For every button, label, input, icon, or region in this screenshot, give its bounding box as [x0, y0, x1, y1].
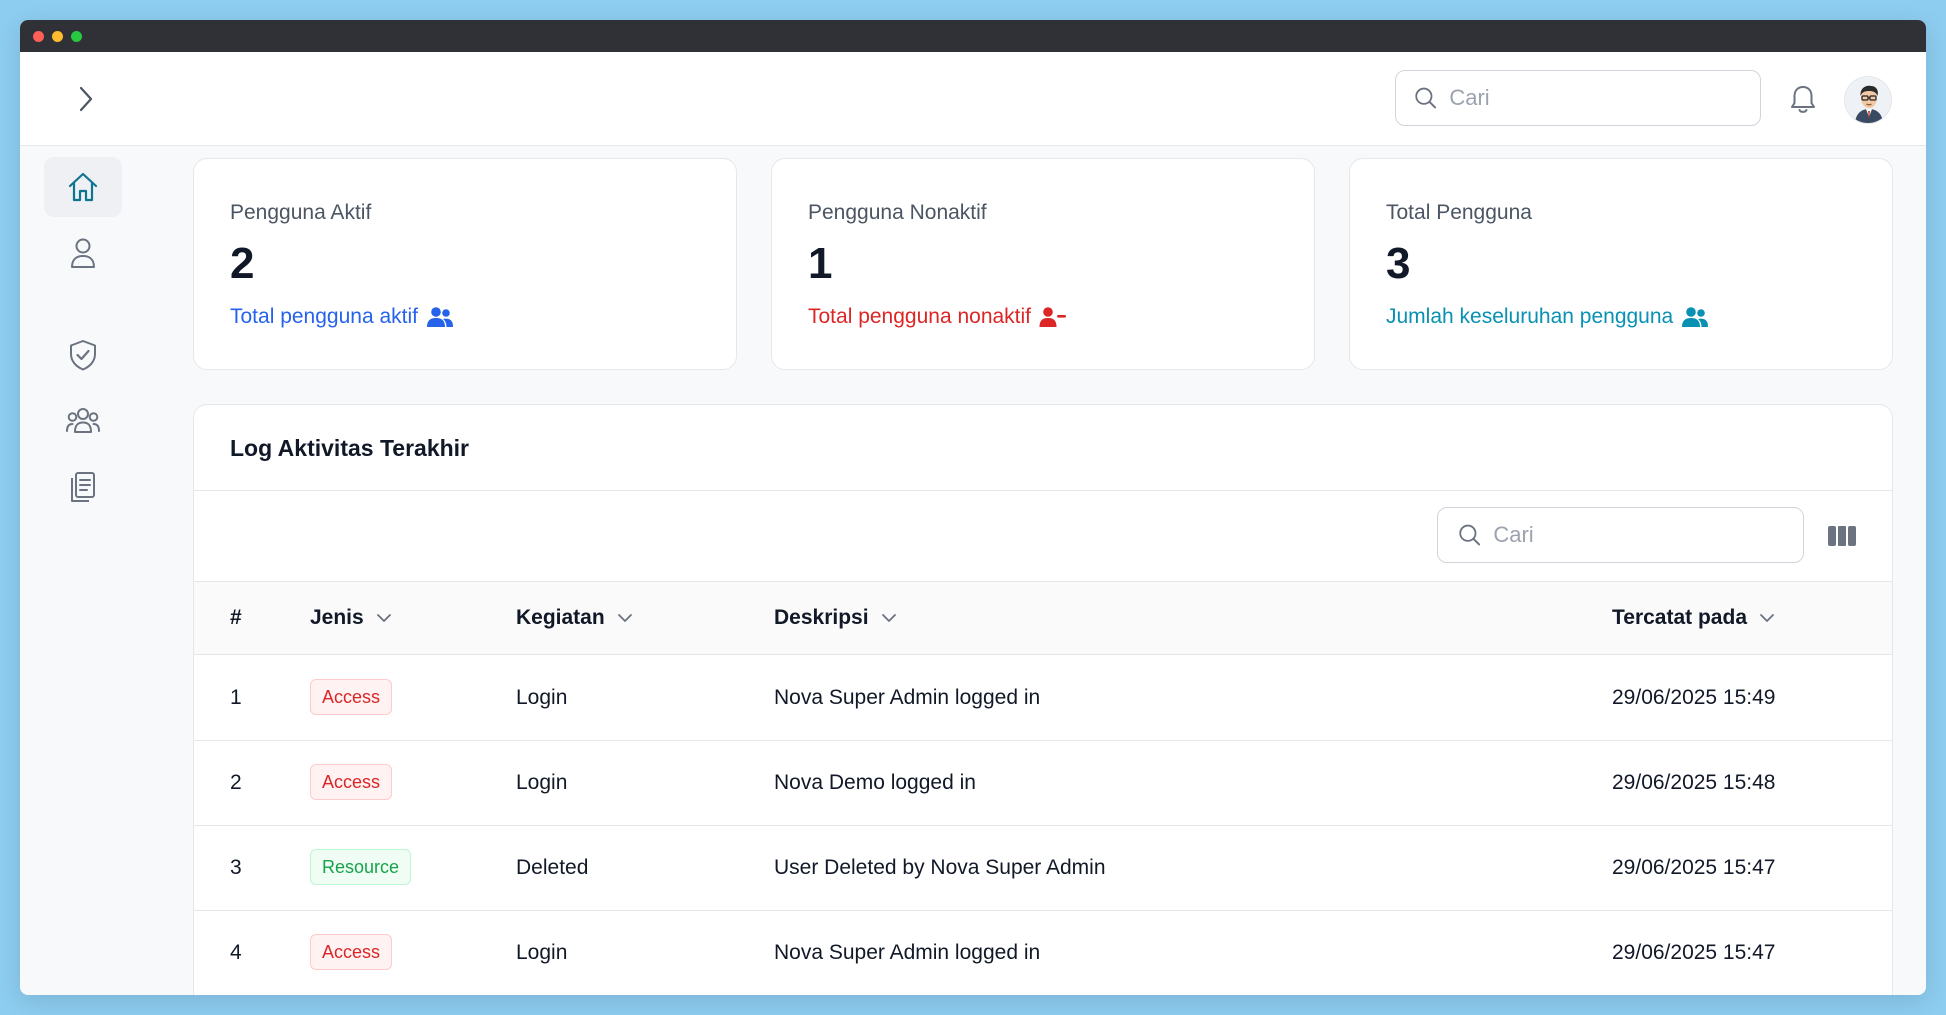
cell-deskripsi: User Deleted by Nova Super Admin: [774, 856, 1106, 879]
stat-card-subtitle-text: Jumlah keseluruhan pengguna: [1386, 305, 1674, 328]
global-search[interactable]: [1395, 70, 1761, 126]
bell-icon: [1791, 86, 1815, 113]
users-icon: [426, 307, 453, 327]
type-badge: Access: [310, 679, 393, 715]
sidebar-expand-button[interactable]: [68, 80, 104, 118]
cell-tercatat: 29/06/2025 15:48: [1612, 771, 1776, 794]
stat-card-subtitle: Total pengguna aktif: [230, 305, 454, 329]
app-window: Pengguna Aktif 2 Total pengguna aktif Pe…: [20, 20, 1926, 995]
type-badge: Access: [310, 764, 393, 800]
maximize-window-button[interactable]: [71, 31, 82, 42]
toggle-columns-button[interactable]: [1826, 521, 1858, 551]
stat-card-subtitle-text: Total pengguna aktif: [230, 305, 418, 328]
activity-log-panel: Log Aktivitas Terakhir # Jenis Kegiatan …: [193, 404, 1893, 995]
sidebar: [20, 147, 160, 995]
cell-tercatat: 29/06/2025 15:49: [1612, 686, 1776, 709]
type-badge: Access: [310, 934, 393, 970]
global-search-input[interactable]: [1449, 85, 1760, 111]
cell-deskripsi: Nova Super Admin logged in: [774, 686, 1041, 709]
sidebar-item-security[interactable]: [44, 325, 122, 385]
column-header-tercatat[interactable]: Tercatat pada: [1612, 606, 1775, 630]
chevron-down-icon: [376, 614, 391, 622]
stat-card-title: Pengguna Nonaktif: [808, 201, 987, 224]
chevron-down-icon: [1760, 614, 1774, 622]
type-badge: Resource: [310, 849, 412, 885]
cell-kegiatan: Deleted: [516, 856, 589, 879]
users-group-icon: [66, 408, 100, 433]
cell-number: 3: [230, 856, 242, 879]
columns-icon: [1828, 526, 1856, 546]
close-window-button[interactable]: [33, 31, 44, 42]
stat-card-title: Pengguna Aktif: [230, 201, 372, 224]
cell-number: 1: [230, 686, 242, 709]
cell-kegiatan: Login: [516, 941, 568, 964]
column-header-label: #: [230, 606, 242, 629]
table-row[interactable]: 3 Resource Deleted User Deleted by Nova …: [194, 826, 1892, 911]
cell-kegiatan: Login: [516, 686, 568, 709]
notifications-button[interactable]: [1785, 80, 1821, 118]
table-search-input[interactable]: [1493, 522, 1803, 548]
column-header-number: #: [230, 606, 242, 630]
cell-deskripsi: Nova Demo logged in: [774, 771, 976, 794]
stat-card-value: 3: [1386, 239, 1411, 288]
cell-number: 4: [230, 941, 242, 964]
table-row[interactable]: 4 Access Login Nova Super Admin logged i…: [194, 911, 1892, 995]
column-header-deskripsi[interactable]: Deskripsi: [774, 606, 897, 630]
shield-check-icon: [70, 340, 96, 371]
window-titlebar: [20, 20, 1926, 52]
search-icon: [1415, 87, 1437, 109]
stat-card-inactive-users: Pengguna Nonaktif 1 Total pengguna nonak…: [771, 158, 1315, 370]
top-bar: [20, 52, 1926, 146]
sidebar-item-home[interactable]: [44, 157, 122, 217]
column-header-label: Tercatat pada: [1612, 606, 1747, 629]
sidebar-item-profile[interactable]: [44, 223, 122, 283]
chevron-down-icon: [881, 614, 896, 622]
stat-card-subtitle-text: Total pengguna nonaktif: [808, 305, 1032, 328]
user-avatar[interactable]: [1844, 76, 1892, 124]
stat-card-active-users: Pengguna Aktif 2 Total pengguna aktif: [193, 158, 737, 370]
cell-kegiatan: Login: [516, 771, 568, 794]
chevron-down-icon: [617, 614, 632, 622]
table-row[interactable]: 2 Access Login Nova Demo logged in 29/06…: [194, 741, 1892, 826]
stat-card-subtitle: Total pengguna nonaktif: [808, 305, 1067, 329]
user-minus-icon: [1039, 307, 1067, 327]
cell-number: 2: [230, 771, 242, 794]
column-header-label: Kegiatan: [516, 606, 605, 629]
divider: [194, 490, 1892, 491]
column-header-label: Deskripsi: [774, 606, 869, 629]
stat-card-value: 2: [230, 239, 255, 288]
sidebar-item-logs[interactable]: [44, 457, 122, 517]
column-header-jenis[interactable]: Jenis: [310, 606, 392, 630]
minimize-window-button[interactable]: [52, 31, 63, 42]
column-header-kegiatan[interactable]: Kegiatan: [516, 606, 633, 630]
clipboard-icon: [71, 472, 95, 502]
stat-card-subtitle: Jumlah keseluruhan pengguna: [1386, 305, 1709, 329]
cell-tercatat: 29/06/2025 15:47: [1612, 856, 1776, 879]
activity-log-title: Log Aktivitas Terakhir: [230, 435, 470, 461]
stat-card-value: 1: [808, 239, 833, 288]
home-icon: [68, 172, 98, 202]
cell-tercatat: 29/06/2025 15:47: [1612, 941, 1776, 964]
stat-card-title: Total Pengguna: [1386, 201, 1532, 224]
table-search[interactable]: [1437, 507, 1804, 563]
chevron-right-icon: [79, 86, 93, 112]
sidebar-item-groups[interactable]: [44, 391, 122, 451]
search-icon: [1459, 524, 1481, 546]
stat-card-total-users: Total Pengguna 3 Jumlah keseluruhan peng…: [1349, 158, 1893, 370]
cell-deskripsi: Nova Super Admin logged in: [774, 941, 1041, 964]
user-icon: [71, 238, 95, 268]
users-icon: [1682, 307, 1709, 327]
column-header-label: Jenis: [310, 606, 364, 629]
avatar-image: [1845, 77, 1891, 123]
table-header: # Jenis Kegiatan Deskripsi Tercatat pada: [194, 581, 1892, 655]
table-row[interactable]: 1 Access Login Nova Super Admin logged i…: [194, 656, 1892, 741]
